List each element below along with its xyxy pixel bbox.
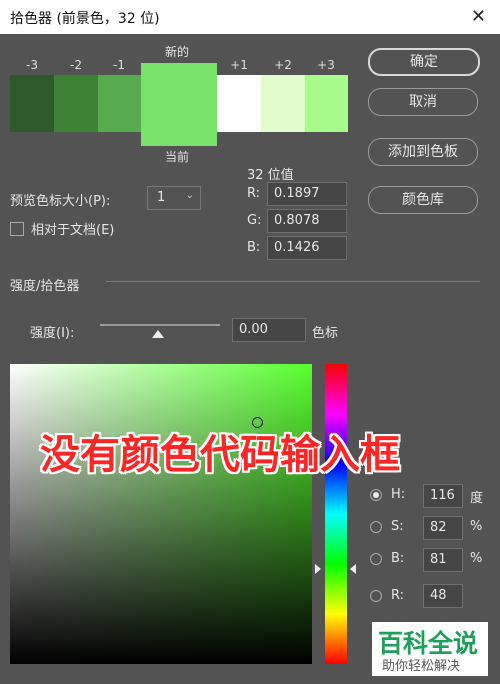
swatch-plus-2[interactable] [261,75,305,132]
r-radio[interactable] [370,590,382,602]
r-label: R: [391,588,405,603]
b-unit: % [470,551,483,566]
b-field[interactable]: 81 [423,548,463,572]
float32-b-field[interactable]: 0.1426 [267,236,347,260]
watermark-subtitle: 助你轻松解决 [382,659,461,674]
h-label: H: [391,487,406,502]
color-library-button[interactable]: 颜色库 [368,186,478,214]
float32-r-label: R: [247,186,261,201]
ok-button[interactable]: 确定 [368,48,480,76]
h-unit: 度 [470,491,484,506]
window-title: 拾色器 (前景色，32 位) [10,11,160,27]
watermark-logo: 百科全说 助你轻松解决 [372,622,488,676]
float32-r-field[interactable]: 0.1897 [267,182,347,206]
relative-to-document-label: 相对于文档(E) [31,223,115,238]
swatch-label-minus-2: -2 [70,58,82,72]
h-field[interactable]: 116 [423,484,463,508]
intensity-slider-track[interactable] [100,324,220,326]
swatch-label-plus-2: +2 [274,58,292,72]
swatch-label-plus-1: +1 [230,58,248,72]
preview-size-select[interactable]: 1 ⌄ [147,186,201,210]
hue-slider-arrow-left[interactable] [315,564,321,574]
intensity-field[interactable]: 0.00 [232,318,306,342]
swatch-label-plus-3: +3 [317,58,335,72]
close-icon[interactable]: ✕ [471,6,486,27]
float32-b-label: B: [247,240,261,255]
intensity-section-label: 强度/拾色器 [10,279,80,294]
s-field[interactable]: 82 [423,516,463,540]
preview-size-value: 1 [157,190,166,205]
b-label: B: [391,551,405,566]
cancel-button[interactable]: 取消 [368,88,478,116]
r-field[interactable]: 48 [423,584,463,608]
color-field[interactable] [10,364,312,664]
current-color-label: 当前 [165,150,190,164]
intensity-slider-thumb[interactable] [152,330,164,338]
h-radio[interactable] [370,489,382,501]
intensity-unit: 色标 [312,326,339,341]
float32-title: 32 位值 [247,168,294,183]
annotation-overlay: 没有颜色代码输入框 [40,432,400,478]
s-unit: % [470,519,483,534]
hue-slider[interactable] [325,364,347,664]
s-radio[interactable] [370,521,382,533]
swatch-minus-3[interactable] [10,75,54,132]
chevron-down-icon: ⌄ [185,190,194,201]
relative-to-document-checkbox[interactable] [10,222,24,236]
title-bar: 拾色器 (前景色，32 位) ✕ [0,0,500,34]
section-divider [106,281,480,282]
swatch-minus-2[interactable] [54,75,98,132]
float32-g-field[interactable]: 0.8078 [267,209,347,233]
swatch-minus-1[interactable] [98,75,141,132]
new-color-label: 新的 [165,45,190,59]
s-label: S: [391,519,404,534]
swatch-plus-1[interactable] [217,75,261,132]
intensity-label: 强度(I): [30,326,75,341]
hue-slider-arrow-right[interactable] [350,564,356,574]
float32-g-label: G: [247,213,262,228]
swatch-plus-3[interactable] [305,75,348,132]
new-current-preview[interactable] [141,63,217,146]
add-to-swatches-button[interactable]: 添加到色板 [368,138,478,166]
b-radio[interactable] [370,553,382,565]
swatch-label-minus-1: -1 [113,58,125,72]
swatch-label-minus-3: -3 [26,58,38,72]
preview-size-label: 预览色标大小(P): [10,194,111,209]
